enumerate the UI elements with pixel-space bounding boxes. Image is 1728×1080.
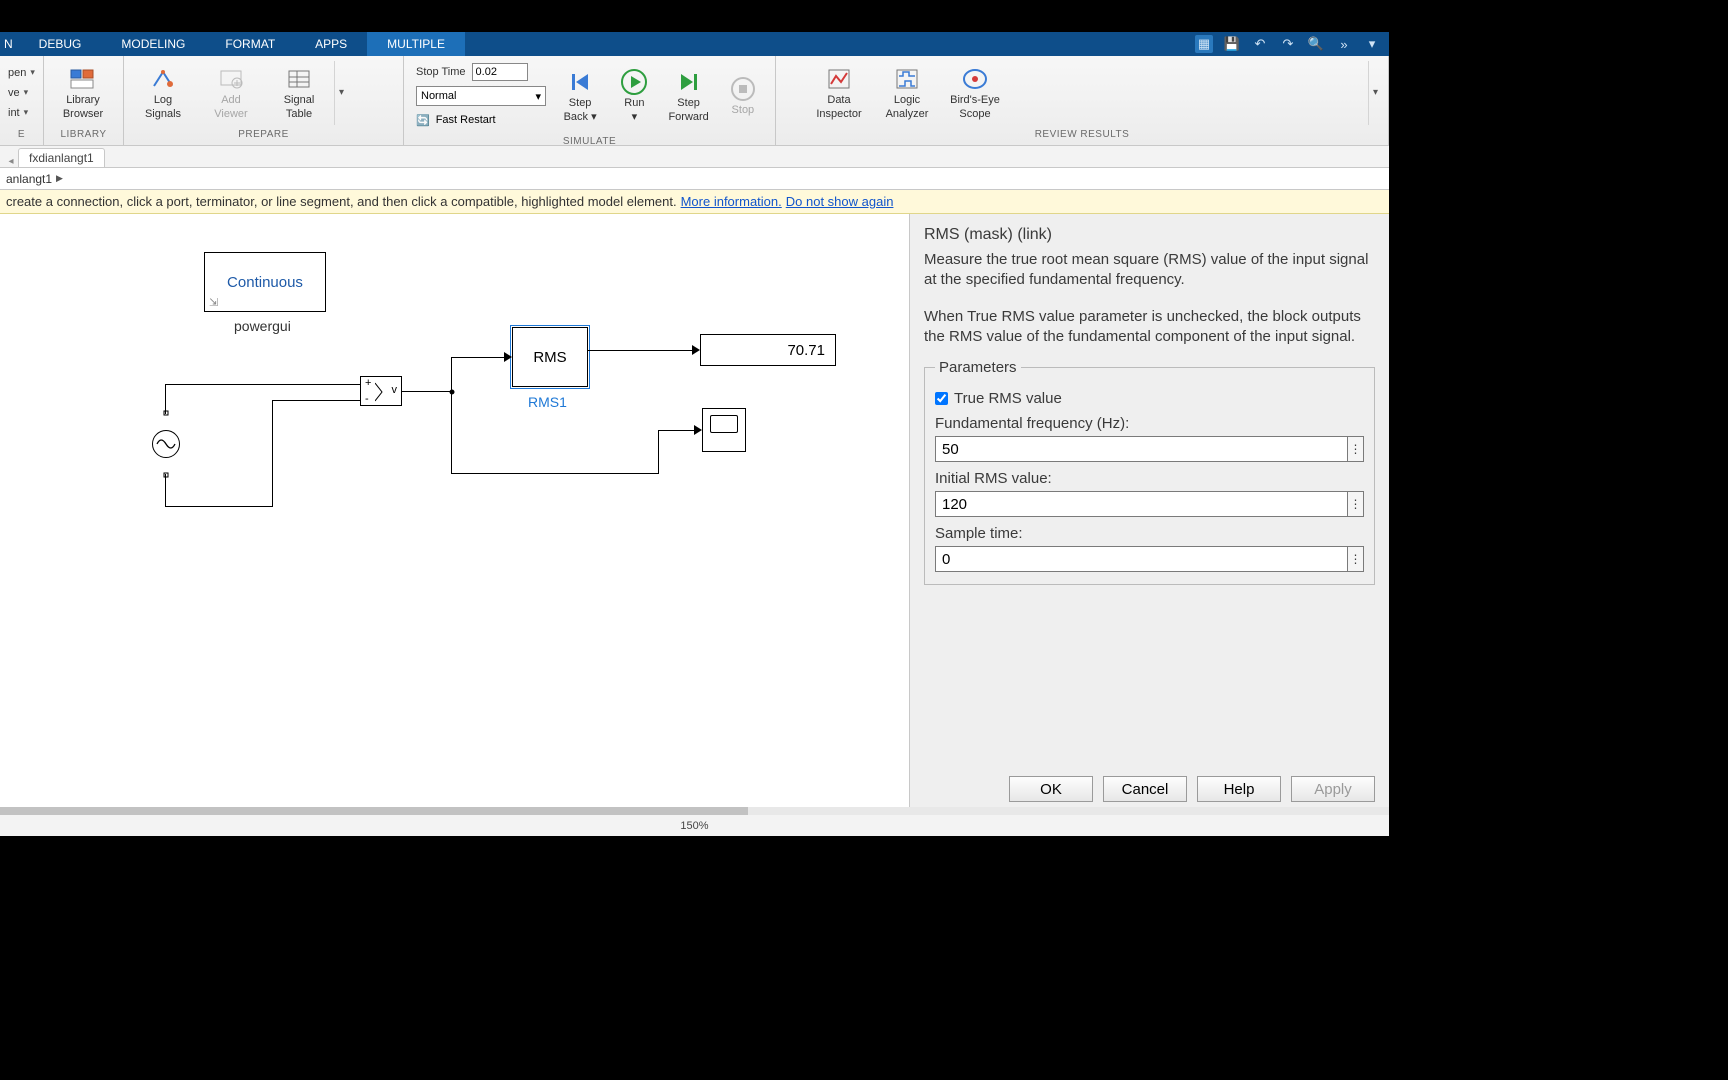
more-info-link[interactable]: More information.	[681, 194, 782, 209]
stop-time-input[interactable]	[472, 63, 528, 81]
sample-time-more-button[interactable]: ⋮	[1348, 546, 1364, 572]
data-inspector-icon	[826, 66, 852, 92]
help-button[interactable]: Help	[1197, 776, 1281, 802]
ac-source-block[interactable]	[152, 430, 180, 458]
init-input[interactable]	[935, 491, 1348, 517]
run-button[interactable]: Run ▾	[608, 63, 660, 129]
apply-button[interactable]: Apply	[1291, 776, 1375, 802]
true-rms-checkbox[interactable]	[935, 392, 948, 405]
library-browser-button[interactable]: Library Browser	[50, 60, 116, 126]
step-forward-button[interactable]: Step Forward	[663, 63, 715, 129]
ribbon-tabbar: N DEBUG MODELING FORMAT APPS MULTIPLE ▦ …	[0, 32, 1389, 56]
horizontal-scrollbar[interactable]	[0, 807, 1389, 815]
init-label: Initial RMS value:	[935, 470, 1364, 487]
true-rms-label: True RMS value	[954, 390, 1062, 407]
panel-desc-2: When True RMS value parameter is uncheck…	[924, 307, 1375, 348]
info-text: create a connection, click a port, termi…	[6, 194, 677, 209]
toolstrip: pen▾ ve▾ int▾ E Library Browser LIBRARY	[0, 56, 1389, 146]
tab-prev[interactable]: ◂	[4, 156, 18, 167]
step-back-icon	[567, 69, 593, 95]
log-signals-button[interactable]: Log Signals	[130, 60, 196, 126]
signal-table-button[interactable]: Signal Table	[266, 60, 332, 126]
save-icon[interactable]: 💾	[1223, 35, 1241, 53]
chevron-right-icon: ▶	[56, 173, 63, 184]
rms-block[interactable]: RMS	[512, 327, 588, 387]
quick-access: ▦ 💾 ↶ ↷ 🔍 » ▾	[1187, 32, 1389, 56]
sim-mode-select[interactable]: Normal▾	[416, 86, 546, 106]
init-more-button[interactable]: ⋮	[1348, 491, 1364, 517]
fast-restart-icon: 🔄	[416, 114, 430, 127]
stop-icon	[730, 76, 756, 102]
tab-n[interactable]: N	[0, 32, 19, 56]
logic-analyzer-button[interactable]: Logic Analyzer	[874, 60, 940, 126]
step-back-button[interactable]: Step Back ▾	[554, 63, 606, 129]
cancel-button[interactable]: Cancel	[1103, 776, 1187, 802]
breadcrumb[interactable]: anlangt1▶	[0, 168, 1389, 190]
play-icon	[621, 69, 647, 95]
sample-time-input[interactable]	[935, 546, 1348, 572]
parameters-group: Parameters True RMS value Fundamental fr…	[924, 359, 1375, 585]
stop-button[interactable]: Stop	[717, 63, 769, 129]
birds-eye-icon	[962, 66, 988, 92]
tab-modeling[interactable]: MODELING	[101, 32, 205, 56]
data-inspector-button[interactable]: Data Inspector	[806, 60, 872, 126]
link-icon: ⇲	[209, 296, 218, 309]
file-tab[interactable]: fxdianlangt1	[18, 148, 105, 167]
undo-icon[interactable]: ↶	[1251, 35, 1269, 53]
voltage-measurement-block[interactable]: + - v	[360, 376, 402, 406]
open-menu[interactable]: pen▾	[8, 64, 35, 82]
rms-block-label: RMS1	[528, 394, 567, 410]
powergui-label: powergui	[234, 318, 291, 334]
ok-button[interactable]: OK	[1009, 776, 1093, 802]
freq-label: Fundamental frequency (Hz):	[935, 415, 1364, 432]
logic-analyzer-icon	[894, 66, 920, 92]
display-block[interactable]: 70.71	[700, 334, 836, 366]
table-icon	[286, 66, 312, 92]
fast-restart-toggle[interactable]: 🔄 Fast Restart	[416, 110, 546, 130]
redo-icon[interactable]: ↷	[1279, 35, 1297, 53]
zoom-level[interactable]: 150%	[680, 820, 708, 832]
save-menu[interactable]: ve▾	[8, 84, 35, 102]
library-icon	[70, 66, 96, 92]
step-forward-icon	[676, 69, 702, 95]
tab-format[interactable]: FORMAT	[205, 32, 295, 56]
file-tabbar: ◂ fxdianlangt1	[0, 146, 1389, 168]
model-canvas[interactable]: Continuous ⇲ powergui + - v RMS RMS1	[0, 214, 909, 814]
viewer-icon	[218, 66, 244, 92]
birds-eye-scope-button[interactable]: Bird's-Eye Scope	[942, 60, 1008, 126]
stop-time-label: Stop Time	[416, 66, 466, 78]
search-icon[interactable]: 🔍	[1307, 35, 1325, 53]
tab-debug[interactable]: DEBUG	[19, 32, 102, 56]
scope-block[interactable]	[702, 408, 746, 452]
expand-icon[interactable]: »	[1335, 35, 1353, 53]
powergui-block[interactable]: Continuous ⇲	[204, 252, 326, 312]
panel-desc-1: Measure the true root mean square (RMS) …	[924, 250, 1375, 291]
block-parameters-panel: RMS (mask) (link) Measure the true root …	[909, 214, 1389, 814]
more-icon[interactable]: ▾	[1363, 35, 1381, 53]
status-bar: 150%	[0, 814, 1389, 836]
tab-apps[interactable]: APPS	[295, 32, 367, 56]
panel-title: RMS (mask) (link)	[924, 226, 1375, 244]
freq-input[interactable]	[935, 436, 1348, 462]
freq-more-button[interactable]: ⋮	[1348, 436, 1364, 462]
antenna-icon	[150, 66, 176, 92]
add-viewer-button[interactable]: Add Viewer	[198, 60, 264, 126]
review-gallery-expand[interactable]: ▾	[1368, 61, 1382, 125]
info-bar: create a connection, click a port, termi…	[0, 190, 1389, 214]
panel-icon[interactable]: ▦	[1195, 35, 1213, 53]
tab-multiple[interactable]: MULTIPLE	[367, 32, 465, 56]
print-menu[interactable]: int▾	[8, 104, 35, 122]
dismiss-link[interactable]: Do not show again	[786, 194, 894, 209]
sample-time-label: Sample time:	[935, 525, 1364, 542]
prepare-gallery-expand[interactable]: ▾	[334, 61, 348, 125]
